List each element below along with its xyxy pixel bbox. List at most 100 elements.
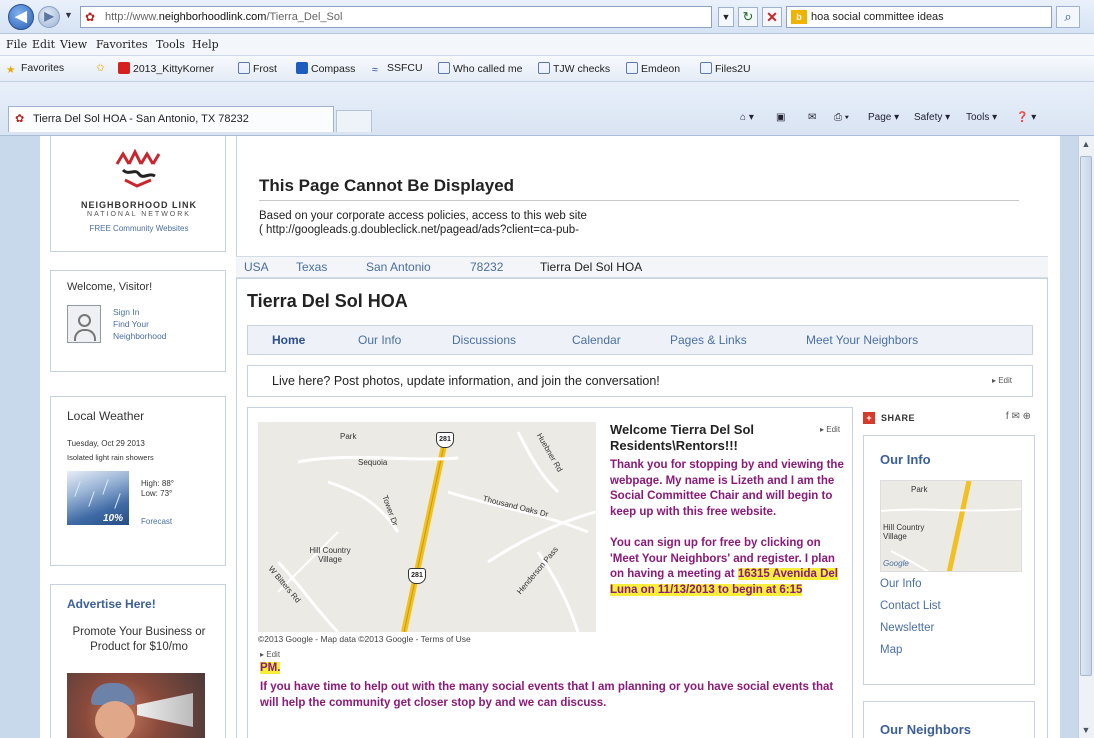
tab-home[interactable]: Home [272, 333, 305, 347]
menu-favorites[interactable]: Favorites [96, 38, 148, 51]
map-attribution[interactable]: ©2013 Google - Map data ©2013 Google - T… [258, 634, 596, 644]
refresh-button[interactable]: ↻ [738, 7, 758, 27]
url-dropdown-button[interactable]: ▼ [718, 7, 734, 27]
breadcrumb-san-antonio[interactable]: San Antonio [366, 260, 431, 274]
edit-link[interactable]: ▸ Edit [820, 425, 840, 434]
back-arrow-icon: ◀ [15, 8, 27, 25]
forward-button[interactable]: ▶ [38, 6, 60, 28]
highway-shield-icon: 281 [436, 432, 454, 448]
user-silhouette-icon [78, 314, 91, 327]
fav-label: Compass [311, 63, 356, 75]
fav-ssfcu[interactable]: ≈ SSFCU [372, 62, 423, 76]
link-contact-list[interactable]: Contact List [880, 600, 941, 612]
advertise-box[interactable]: Advertise Here! Promote Your Business or… [50, 584, 226, 738]
link-our-info[interactable]: Our Info [880, 578, 922, 590]
twitter-icon[interactable]: ✉ [1011, 411, 1019, 422]
menu-edit[interactable]: Edit [32, 38, 55, 51]
mini-map[interactable]: Park Hill Country Village Google [880, 480, 1022, 572]
share-bar[interactable]: + SHARE f ✉ ⊕ [863, 409, 1035, 429]
site-icon [118, 62, 130, 74]
url-input[interactable]: ✿ http://www.neighborhoodlink.com/Tierra… [80, 6, 712, 28]
vertical-scrollbar[interactable]: ▲ ▼ [1078, 136, 1094, 738]
edit-link[interactable]: ▸ Edit [992, 376, 1012, 385]
favorites-button[interactable]: ★ Favorites [6, 62, 64, 76]
fav-kittykorner[interactable]: 2013_KittyKorner [118, 62, 214, 75]
share-label: SHARE [881, 413, 916, 423]
banner-url-text: ( http://googleads.g.doubleclick.net/pag… [259, 224, 579, 236]
tools-menu-label: Tools [966, 112, 990, 123]
read-mail-button[interactable]: ✉ [808, 112, 816, 123]
main-content: Tierra Del Sol HOA Home Our Info Discuss… [236, 278, 1048, 738]
browser-tab-active[interactable]: ✿ Tierra Del Sol HOA - San Antonio, TX 7… [8, 106, 334, 132]
feeds-button[interactable]: ▣ [776, 112, 785, 123]
ie-page-icon [438, 62, 450, 74]
site-favicon-icon: ✿ [15, 113, 25, 125]
scroll-down-button[interactable]: ▼ [1078, 722, 1094, 738]
fav-label: Who called me [453, 63, 523, 75]
fav-files2u[interactable]: Files2U [700, 62, 751, 75]
help-icon: ❓ [1016, 112, 1029, 123]
fav-emdeon[interactable]: Emdeon [626, 62, 680, 75]
tools-menu[interactable]: Tools ▾ [966, 112, 997, 123]
link-map[interactable]: Map [880, 644, 902, 656]
logo-box[interactable]: NEIGHBORHOOD LINK NATIONAL NETWORK FREE … [50, 136, 226, 252]
divider [259, 200, 1019, 201]
search-button[interactable]: ⌕ [1056, 6, 1080, 28]
breadcrumb-zip[interactable]: 78232 [470, 260, 503, 274]
breadcrumb-texas[interactable]: Texas [296, 260, 327, 274]
edit-link[interactable]: ▸ Edit [260, 650, 280, 659]
menu-tools[interactable]: Tools [156, 38, 185, 51]
add-star-icon: ✩ [96, 62, 105, 74]
weather-low: Low: 73° [141, 489, 173, 498]
print-button[interactable]: ⎙ ▾ [834, 112, 849, 123]
breadcrumb-usa[interactable]: USA [244, 260, 269, 274]
advertise-title[interactable]: Advertise Here! [67, 597, 156, 611]
sign-in-link[interactable]: Sign In [113, 307, 139, 317]
weather-description: Isolated light rain showers [67, 453, 154, 462]
scroll-thumb[interactable] [1080, 156, 1092, 676]
map-label: Sequoia [358, 458, 388, 467]
home-icon: ⌂ [740, 112, 747, 123]
welcome-message-p1: Thank you for stopping by and viewing th… [610, 459, 844, 518]
back-button[interactable]: ◀ [8, 4, 34, 30]
home-button[interactable]: ⌂ ▾ [740, 112, 754, 123]
tab-our-info[interactable]: Our Info [358, 333, 401, 347]
tab-meet-neighbors[interactable]: Meet Your Neighbors [806, 333, 918, 347]
tab-pages-links[interactable]: Pages & Links [670, 333, 747, 347]
map-label: Park [911, 485, 928, 494]
find-neighborhood-link-2[interactable]: Neighborhood [113, 331, 166, 341]
page-menu-label: Page [868, 112, 892, 123]
social-icons[interactable]: f ✉ ⊕ [1006, 411, 1031, 422]
safety-menu[interactable]: Safety ▾ [914, 112, 950, 123]
bookmark-icon[interactable]: ⊕ [1023, 411, 1031, 422]
fav-label: 2013_KittyKorner [133, 63, 215, 75]
find-neighborhood-link[interactable]: Find Your [113, 319, 149, 329]
forecast-link[interactable]: Forecast [141, 517, 172, 526]
search-input[interactable]: b hoa social committee ideas [786, 6, 1052, 28]
fav-tjw-checks[interactable]: TJW checks [538, 62, 610, 75]
scroll-up-button[interactable]: ▲ [1078, 136, 1094, 152]
menu-file[interactable]: File [6, 38, 27, 51]
help-button[interactable]: ❓ ▾ [1016, 112, 1036, 123]
tab-calendar[interactable]: Calendar [572, 333, 621, 347]
menu-view[interactable]: View [60, 38, 87, 51]
address-bar: ◀ ▶ ▼ ✿ http://www.neighborhoodlink.com/… [0, 0, 1094, 34]
fav-compass[interactable]: Compass [296, 62, 355, 75]
google-map[interactable]: Park Sequoia Thousand Oaks Dr Hill Count… [258, 422, 596, 632]
link-newsletter[interactable]: Newsletter [880, 622, 934, 634]
join-banner-text: Live here? Post photos, update informati… [272, 374, 660, 388]
recent-pages-dropdown[interactable]: ▼ [64, 10, 73, 20]
refresh-icon: ↻ [742, 9, 754, 24]
logo-tagline-link[interactable]: FREE Community Websites [51, 224, 227, 233]
page-menu[interactable]: Page ▾ [868, 112, 899, 123]
new-tab-button[interactable] [336, 110, 372, 132]
menu-help[interactable]: Help [192, 38, 219, 51]
stop-button[interactable]: ✕ [762, 7, 782, 27]
facebook-icon[interactable]: f [1006, 411, 1009, 422]
tab-discussions[interactable]: Discussions [452, 333, 516, 347]
url-domain: neighborhoodlink.com [158, 11, 267, 23]
fav-frost[interactable]: Frost [238, 62, 277, 75]
fav-who-called-me[interactable]: Who called me [438, 62, 522, 75]
map-label: Park [340, 432, 357, 441]
add-favorite-button[interactable]: ✩ [96, 62, 105, 74]
